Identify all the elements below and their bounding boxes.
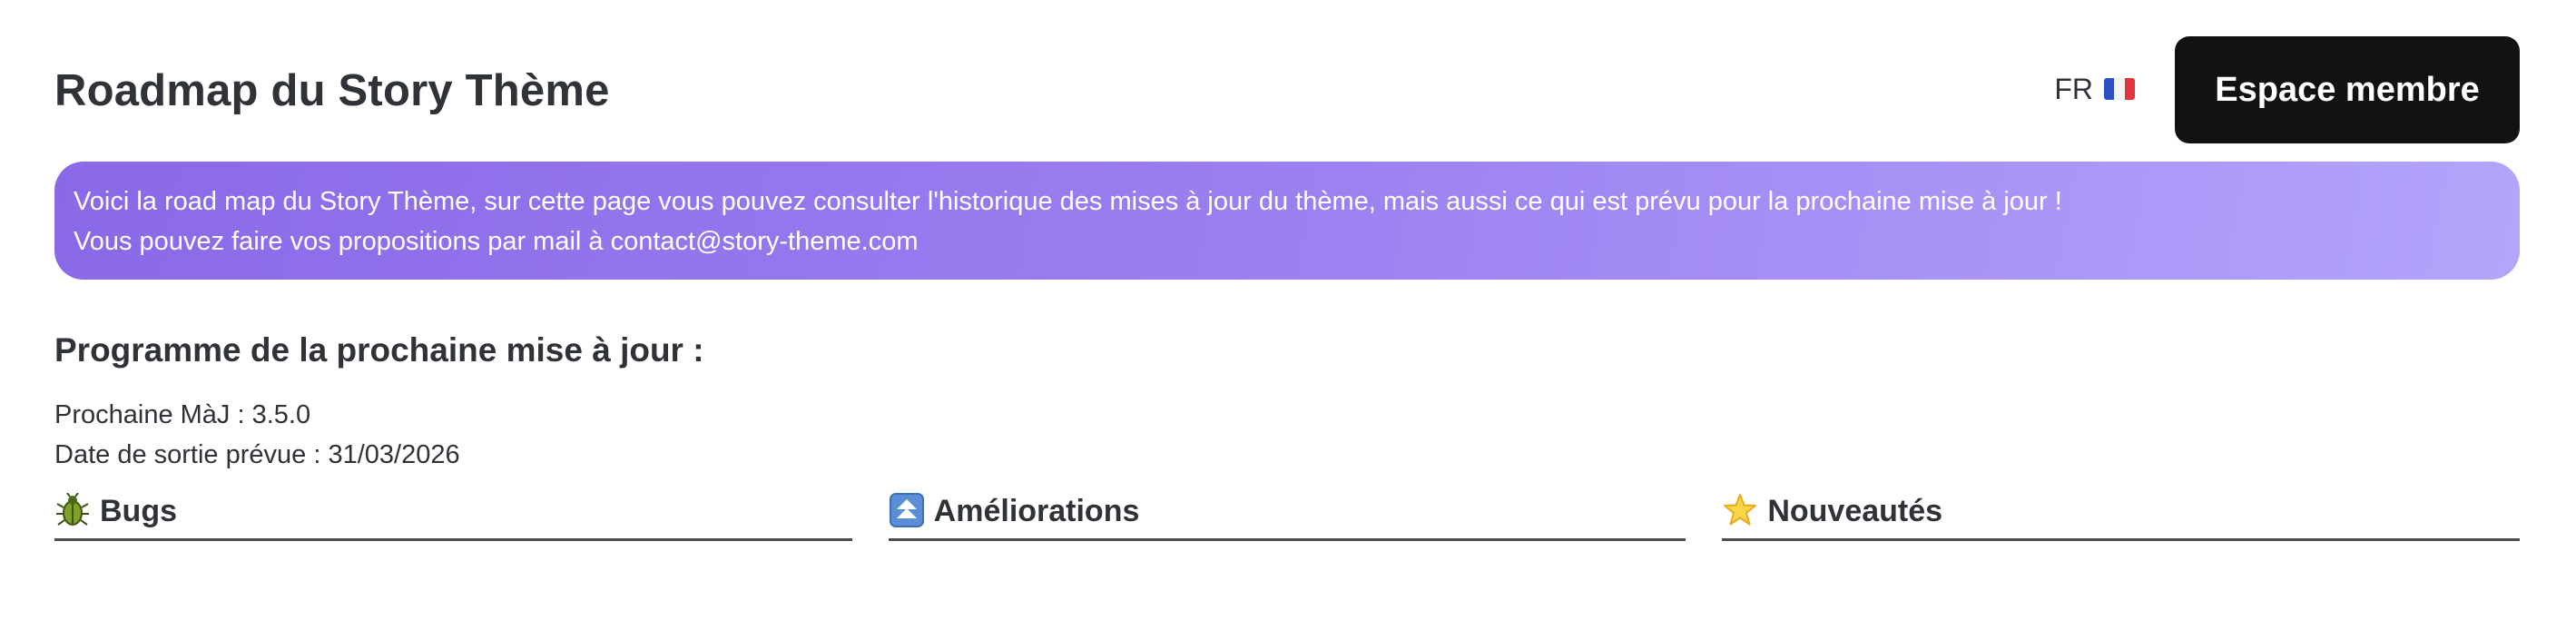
info-banner: Voici la road map du Story Thème, sur ce… [54, 162, 2520, 280]
banner-line-2: Vous pouvez faire vos propositions par m… [74, 227, 919, 256]
member-area-button[interactable]: Espace membre [2175, 36, 2520, 143]
star-icon [1722, 492, 1758, 528]
france-flag-icon [2104, 78, 2135, 100]
banner-line-1: Voici la road map du Story Thème, sur ce… [74, 187, 2062, 216]
release-date: Date de sortie prévue : 31/03/2026 [54, 440, 460, 469]
beetle-icon [54, 492, 91, 528]
next-update-info: Prochaine MàJ : 3.5.0 Date de sortie pré… [54, 395, 460, 475]
double-arrow-up-icon [889, 492, 925, 528]
page-header: Roadmap du Story Thème FR Espace membre [54, 36, 2520, 145]
column-new-features-label: Nouveautés [1767, 494, 1943, 528]
language-selector[interactable]: FR [2054, 67, 2135, 111]
next-version: Prochaine MàJ : 3.5.0 [54, 400, 311, 429]
roadmap-columns: Bugs Améliorations Nouveautés [54, 492, 2521, 541]
next-update-heading: Programme de la prochaine mise à jour : [54, 331, 704, 369]
page-title: Roadmap du Story Thème [54, 66, 610, 115]
language-code: FR [2054, 72, 2093, 105]
column-improvements-label: Améliorations [933, 494, 1140, 528]
column-bugs-label: Bugs [100, 494, 177, 528]
column-improvements: Améliorations [888, 492, 1686, 541]
column-bugs: Bugs [54, 492, 852, 541]
roadmap-page: Roadmap du Story Thème FR Espace membre … [0, 0, 2576, 630]
column-new-features: Nouveautés [1722, 492, 2521, 541]
